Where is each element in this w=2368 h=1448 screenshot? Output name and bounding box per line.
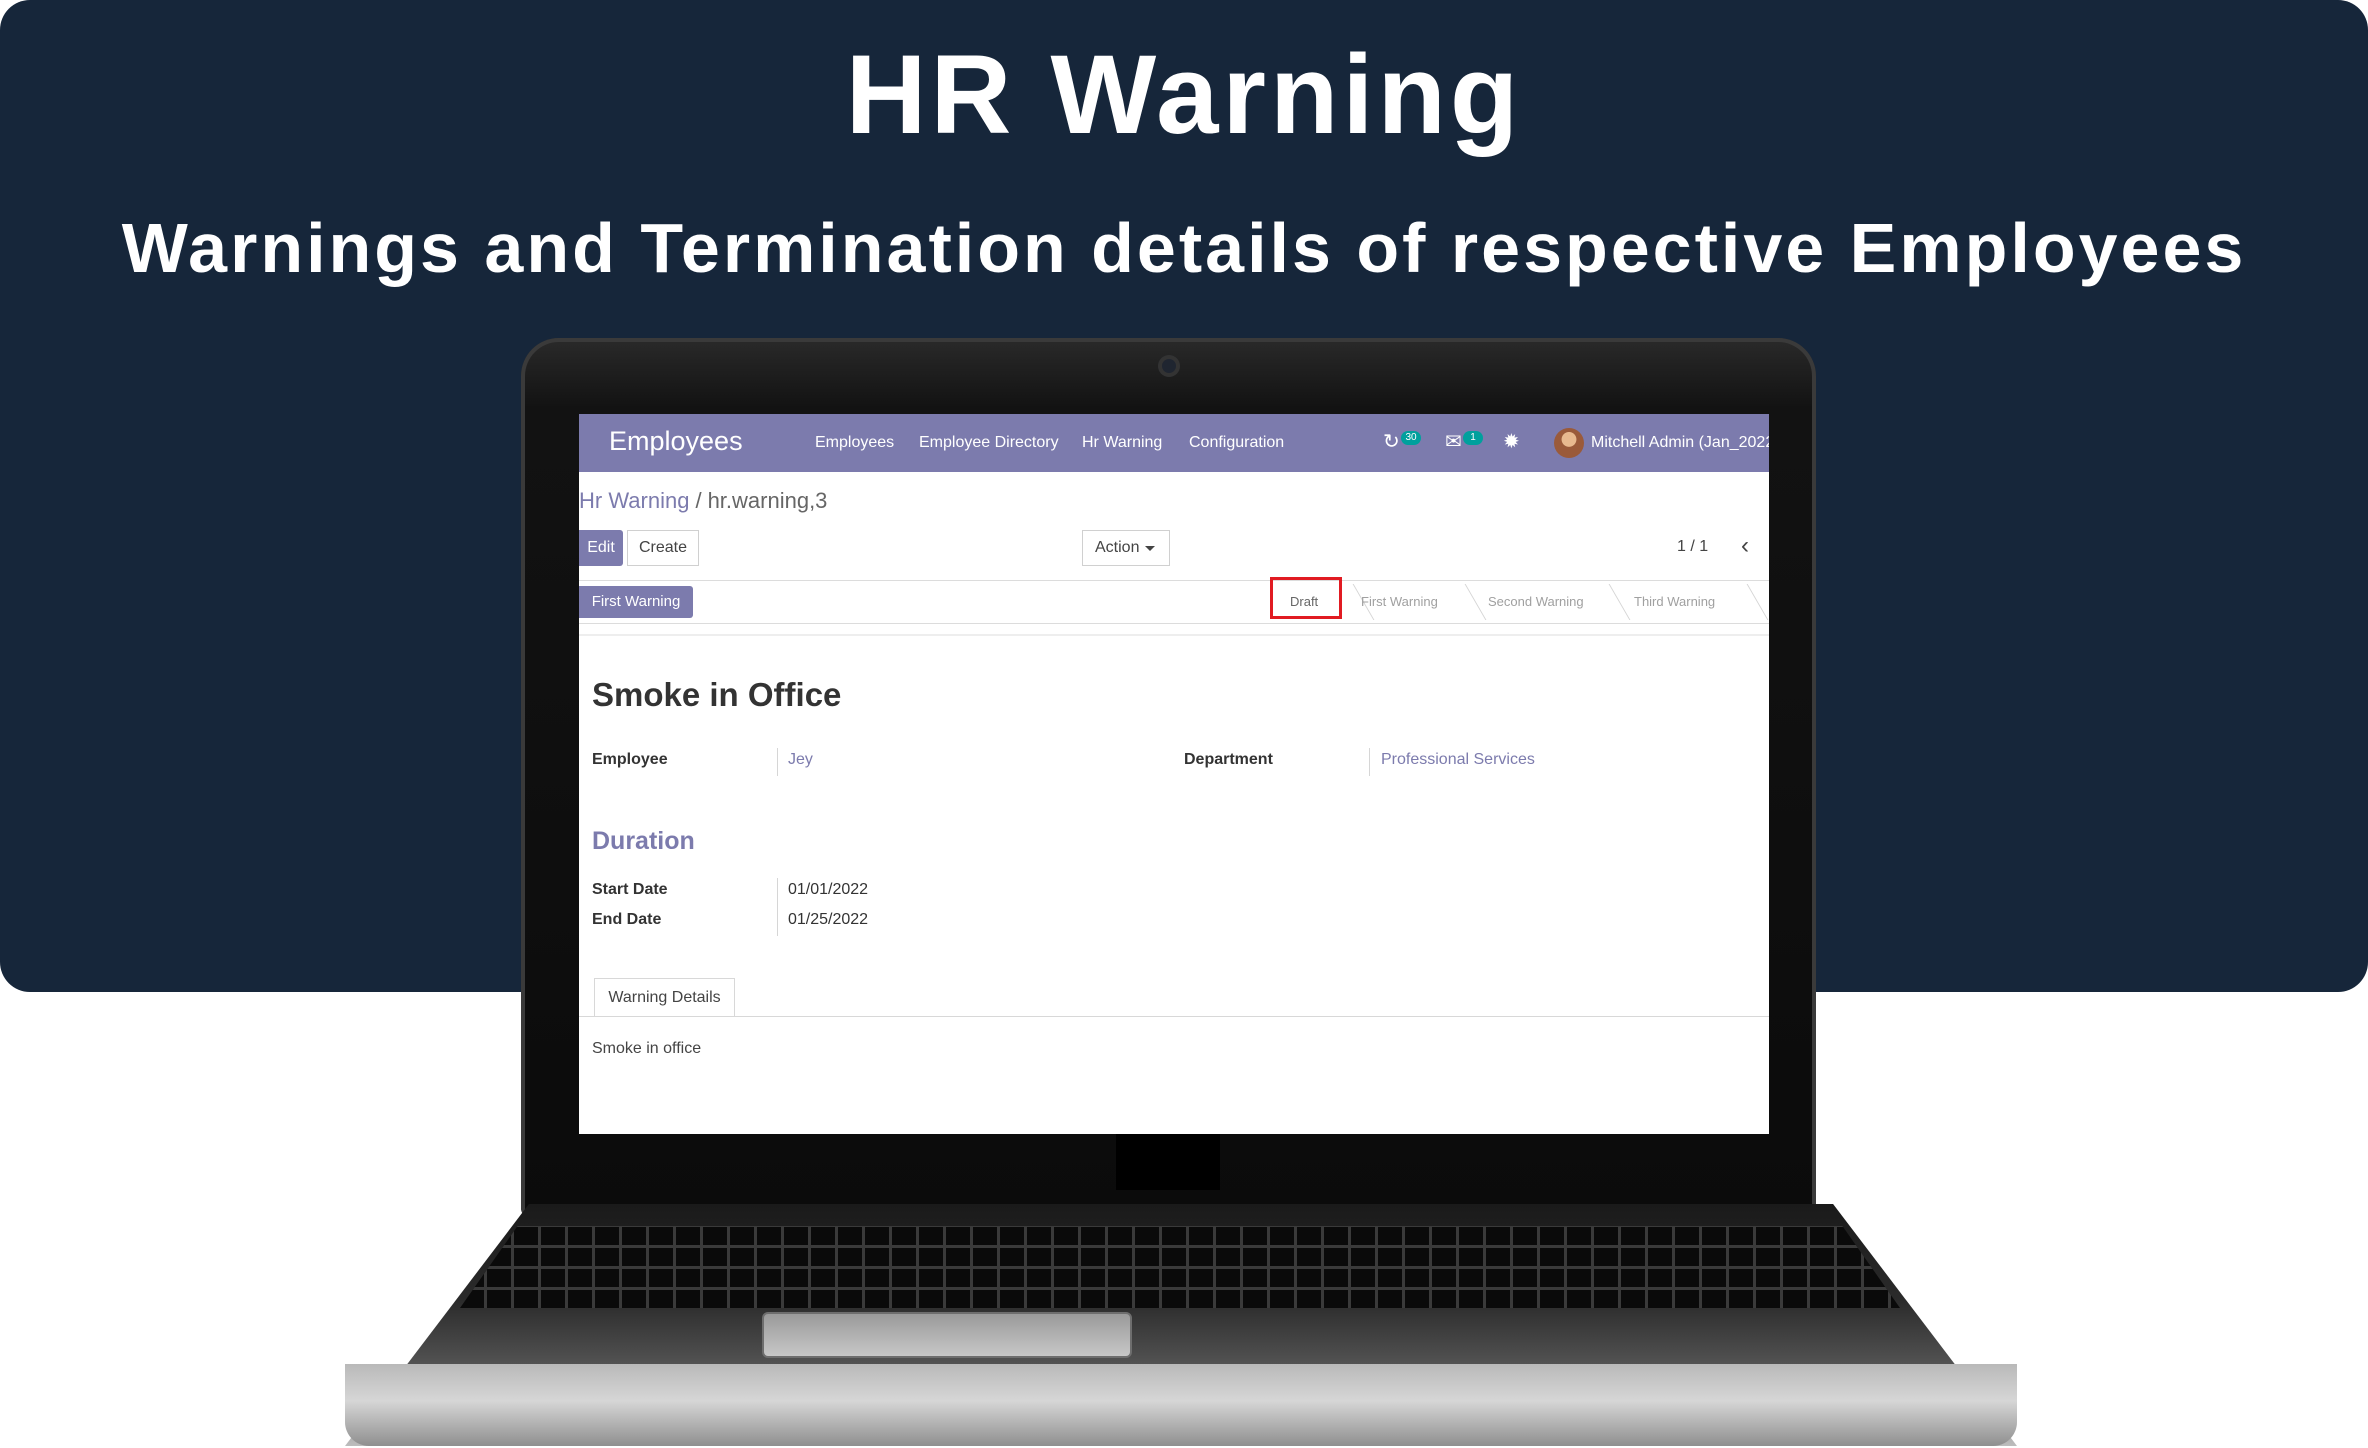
employee-label: Employee (592, 751, 668, 768)
pager-counter: 1 / 1 (1677, 538, 1709, 555)
banner-title: HR Warning (845, 32, 1523, 157)
department-link[interactable]: Professional Services (1381, 751, 1535, 769)
tab-warning-details[interactable]: Warning Details (594, 978, 735, 1016)
laptop-touchpad (762, 1312, 1132, 1358)
tab-underline (579, 1016, 1769, 1017)
action-dropdown[interactable]: Action (1082, 530, 1170, 566)
action-label: Action (1095, 539, 1140, 556)
end-date-value: 01/25/2022 (788, 911, 869, 928)
create-button[interactable]: Create (627, 530, 699, 566)
field-divider (777, 878, 778, 936)
start-date-value: 01/01/2022 (788, 881, 869, 898)
department-label: Department (1184, 751, 1273, 768)
menu-employee-directory[interactable]: Employee Directory (919, 434, 1059, 452)
employee-link[interactable]: Jey (788, 751, 813, 769)
activity-clock-icon[interactable]: ↻ (1383, 429, 1400, 454)
laptop-keyboard (460, 1226, 1900, 1308)
app-brand[interactable]: Employees (609, 426, 743, 457)
duration-heading: Duration (592, 827, 695, 855)
breadcrumb-parent-link[interactable]: Hr Warning (579, 488, 689, 513)
warning-details-content: Smoke in office (592, 1040, 702, 1057)
chevron-left-icon[interactable]: ‹ (1741, 532, 1749, 560)
end-date-label: End Date (592, 911, 662, 928)
messages-chat-icon[interactable]: ✉ (1445, 429, 1462, 454)
activity-count-badge: 30 (1401, 431, 1421, 445)
field-divider (777, 748, 778, 776)
laptop-hinge (1116, 1130, 1220, 1190)
draft-highlight-box (1270, 577, 1342, 619)
laptop-front-edge (345, 1364, 2017, 1446)
record-title: Smoke in Office (592, 676, 842, 713)
stage-third-warning[interactable]: Third Warning (1634, 594, 1715, 609)
stage-first-warning[interactable]: First Warning (1361, 594, 1438, 609)
menu-hr-warning[interactable]: Hr Warning (1082, 434, 1162, 452)
menu-configuration[interactable]: Configuration (1189, 434, 1284, 452)
user-avatar[interactable] (1554, 428, 1584, 458)
breadcrumb-current: hr.warning,3 (707, 488, 828, 513)
caret-down-icon (1145, 546, 1155, 551)
breadcrumb: Hr Warning / hr.warning,3 (579, 488, 827, 514)
webcam-icon (1158, 355, 1180, 377)
start-date-label: Start Date (592, 881, 668, 898)
breadcrumb-separator: / (695, 488, 702, 513)
field-divider (1369, 748, 1370, 776)
first-warning-button[interactable]: First Warning (579, 586, 693, 618)
stage-second-warning[interactable]: Second Warning (1488, 594, 1584, 609)
user-menu[interactable]: Mitchell Admin (Jan_2022) (1591, 434, 1769, 452)
message-count-badge: 1 (1463, 431, 1483, 445)
debug-bug-icon[interactable]: ✹ (1503, 429, 1520, 454)
edit-button[interactable]: Edit (579, 530, 623, 566)
sheet-divider (579, 634, 1769, 636)
banner-subtitle: Warnings and Termination details of resp… (121, 209, 2247, 287)
laptop-screen: Employees Employees Employee Directory H… (579, 414, 1769, 1134)
menu-employees[interactable]: Employees (815, 434, 894, 452)
top-navbar: Employees Employees Employee Directory H… (579, 414, 1769, 472)
